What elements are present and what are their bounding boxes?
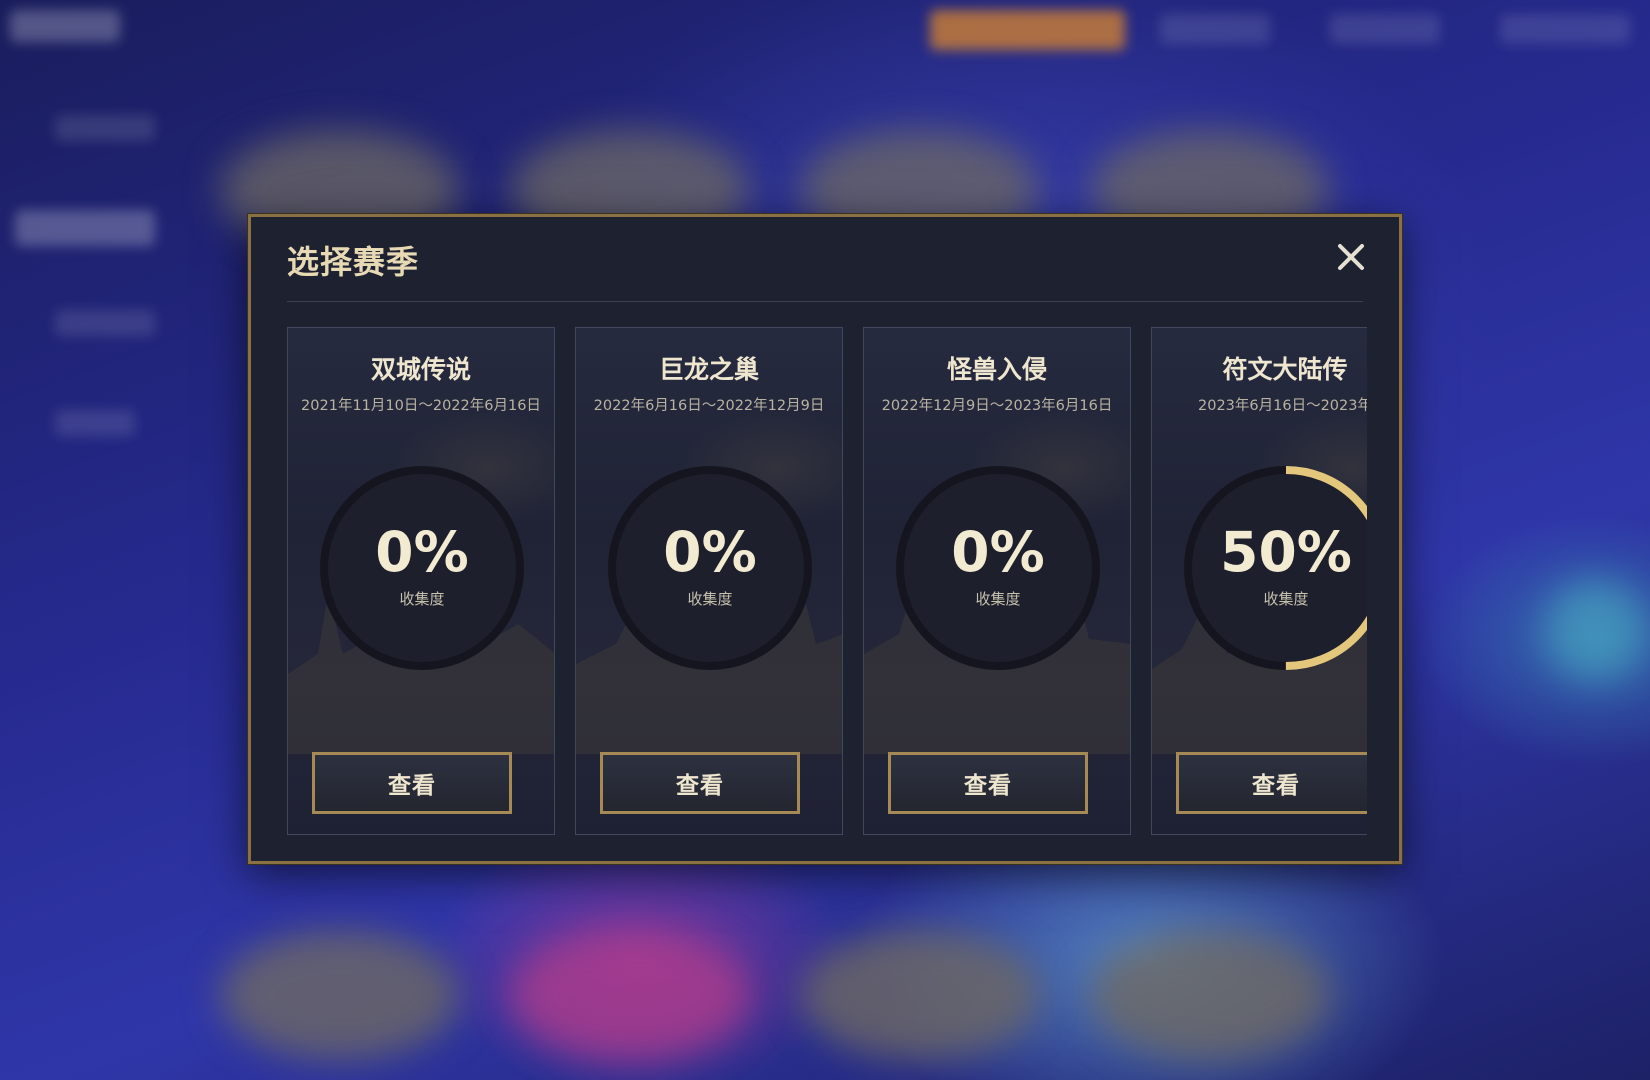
- season-card: 巨龙之巢 2022年6月16日～2022年12月9日 0% 收集度 查看: [575, 327, 843, 835]
- view-button[interactable]: 查看: [888, 752, 1088, 814]
- season-name: 符文大陆传: [1222, 355, 1348, 384]
- title-divider: [287, 301, 1363, 302]
- view-button[interactable]: 查看: [600, 752, 800, 814]
- season-name: 怪兽入侵: [946, 355, 1047, 384]
- season-cards-scroller[interactable]: 双城传说 2021年11月10日～2022年6月16日 0% 收集度 查看 巨龙…: [287, 327, 1367, 835]
- collection-label: 收集度: [1263, 590, 1309, 608]
- collection-progress-ring: 50% 收集度: [1176, 458, 1367, 678]
- bg-egg: [220, 930, 460, 1060]
- view-button[interactable]: 查看: [1176, 752, 1367, 814]
- bg-egg: [510, 930, 750, 1060]
- collection-percent: 0%: [663, 520, 757, 584]
- season-dates: 2022年12月9日～2023年6月16日: [881, 398, 1113, 414]
- season-name: 巨龙之巢: [658, 355, 759, 384]
- collection-label: 收集度: [399, 590, 445, 608]
- bg-avatar: [1545, 580, 1645, 680]
- top-bar-logo: [10, 10, 120, 42]
- season-name: 双城传说: [370, 355, 471, 384]
- collection-percent: 0%: [375, 520, 469, 584]
- collection-label: 收集度: [975, 590, 1021, 608]
- season-cards-track: 双城传说 2021年11月10日～2022年6月16日 0% 收集度 查看 巨龙…: [287, 327, 1367, 835]
- top-bar-highlight: [930, 10, 1125, 50]
- season-dates: 2022年6月16日～2022年12月9日: [593, 398, 825, 414]
- sidebar-item: [15, 210, 155, 246]
- sidebar-item: [55, 115, 155, 141]
- select-season-dialog: 选择赛季 双城传说 2021年11月10日～2022年6月16日 0% 收集度 …: [248, 214, 1402, 864]
- collection-progress-ring: 0% 收集度: [888, 458, 1108, 678]
- close-button[interactable]: [1333, 239, 1369, 275]
- top-bar-item: [1500, 14, 1630, 44]
- season-dates: 2021年11月10日～2022年6月16日: [301, 398, 541, 414]
- collection-progress-ring: 0% 收集度: [312, 458, 532, 678]
- season-dates: 2023年6月16日～2023年: [1198, 398, 1367, 414]
- season-card: 怪兽入侵 2022年12月9日～2023年6月16日 0% 收集度 查看: [863, 327, 1131, 835]
- bg-egg: [1090, 930, 1330, 1060]
- collection-progress-ring: 0% 收集度: [600, 458, 820, 678]
- dialog-title: 选择赛季: [287, 243, 420, 281]
- top-bar-item: [1160, 14, 1270, 44]
- view-button[interactable]: 查看: [312, 752, 512, 814]
- collection-percent: 50%: [1220, 520, 1352, 584]
- season-card: 双城传说 2021年11月10日～2022年6月16日 0% 收集度 查看: [287, 327, 555, 835]
- collection-label: 收集度: [687, 590, 733, 608]
- sidebar-item: [55, 310, 155, 336]
- collection-percent: 0%: [951, 520, 1045, 584]
- top-bar-item: [1330, 14, 1440, 44]
- season-card: 符文大陆传 2023年6月16日～2023年 50% 收集度 查看: [1151, 327, 1367, 835]
- bg-egg: [800, 930, 1040, 1060]
- sidebar-item: [55, 410, 135, 436]
- close-icon: [1338, 244, 1364, 270]
